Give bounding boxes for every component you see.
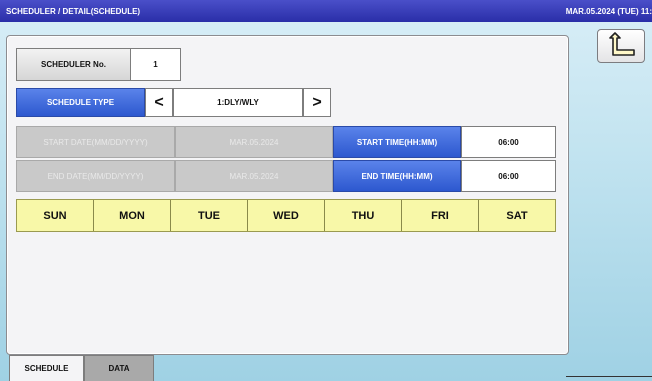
start-time-label: START TIME(HH:MM): [333, 126, 461, 158]
schedule-type-value: 1:DLY/WLY: [173, 88, 303, 117]
schedule-type-next-button[interactable]: >: [303, 88, 331, 117]
scheduler-no-value[interactable]: 1: [130, 48, 181, 81]
day-wed[interactable]: WED: [248, 200, 325, 231]
day-mon[interactable]: MON: [94, 200, 171, 231]
chevron-right-icon: >: [312, 93, 322, 111]
start-date-label: START DATE(MM/DD/YYYY): [16, 126, 175, 158]
day-fri[interactable]: FRI: [402, 200, 479, 231]
divider: [566, 376, 652, 377]
schedule-panel: [6, 35, 569, 355]
day-sat[interactable]: SAT: [479, 200, 555, 231]
end-time-label: END TIME(HH:MM): [333, 160, 461, 192]
start-date-value: MAR.05.2024: [175, 126, 333, 158]
day-thu[interactable]: THU: [325, 200, 402, 231]
schedule-type-prev-button[interactable]: <: [145, 88, 173, 117]
end-date-label: END DATE(MM/DD/YYYY): [16, 160, 175, 192]
end-date-value: MAR.05.2024: [175, 160, 333, 192]
end-time-value[interactable]: 06:00: [461, 160, 556, 192]
weekday-selector: SUN MON TUE WED THU FRI SAT: [16, 199, 556, 232]
day-tue[interactable]: TUE: [171, 200, 248, 231]
schedule-type-label: SCHEDULE TYPE: [16, 88, 145, 117]
title-bar: SCHEDULER / DETAIL(SCHEDULE) MAR.05.2024…: [0, 0, 652, 22]
scheduler-no-label: SCHEDULER No.: [16, 48, 131, 81]
start-time-value[interactable]: 06:00: [461, 126, 556, 158]
back-button[interactable]: [597, 29, 645, 63]
screen-title: SCHEDULER / DETAIL(SCHEDULE): [6, 7, 141, 16]
return-arrow-icon: [609, 32, 635, 56]
tab-data[interactable]: DATA: [84, 355, 154, 381]
tab-schedule[interactable]: SCHEDULE: [9, 355, 84, 381]
date-time: MAR.05.2024 (TUE) 11:: [565, 7, 652, 16]
chevron-left-icon: <: [154, 93, 164, 111]
day-sun[interactable]: SUN: [17, 200, 94, 231]
